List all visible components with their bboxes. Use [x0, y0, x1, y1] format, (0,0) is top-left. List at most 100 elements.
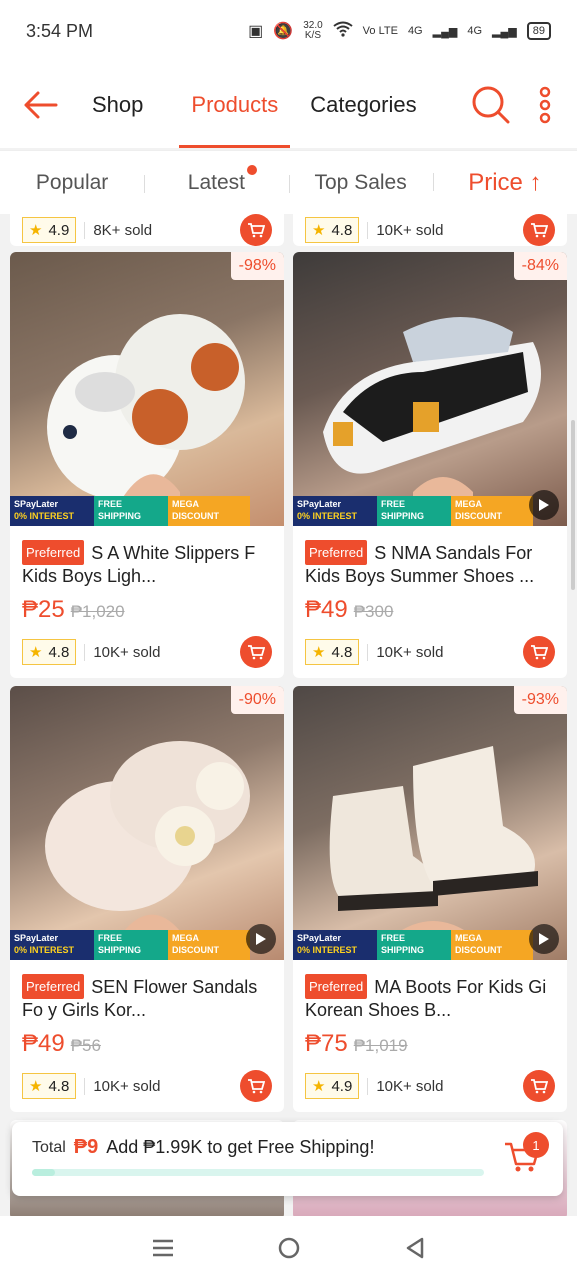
cart-icon — [531, 223, 548, 238]
partial-card-right[interactable]: ★ 4.8 10K+ sold — [293, 214, 567, 246]
rating-value: 4.9 — [331, 1077, 353, 1095]
cart-icon — [531, 1079, 548, 1094]
sort-latest-label: Latest — [187, 170, 245, 194]
product-feed[interactable]: ★ 4.9 8K+ sold ★ 4.8 10K+ sold -98% SPayLa… — [0, 214, 577, 1216]
preferred-badge: Preferred — [22, 974, 85, 999]
battery-indicator: 89 — [526, 22, 551, 40]
add-to-cart-button[interactable] — [240, 214, 272, 246]
discount-badge: -93% — [513, 686, 567, 714]
nfc-icon: ▣ — [248, 23, 264, 40]
cart-icon — [248, 645, 265, 660]
promo-spay: SPayLater — [14, 933, 59, 943]
sold-count: 8K+ sold — [84, 221, 152, 239]
promo-discount: DISCOUNT — [172, 945, 219, 955]
product-image[interactable]: -93% SPayLater 0% INTEREST FREE SHIPPING M… — [293, 686, 567, 960]
promo-interest: 0% INTEREST — [14, 945, 75, 955]
video-play-button[interactable] — [246, 924, 276, 954]
status-time: 3:54 PM — [26, 20, 94, 41]
free-shipping-banner[interactable]: Total ₱9 Add ₱1.99K to get Free Shipping… — [12, 1122, 563, 1196]
promo-strip: SPayLater 0% INTEREST FREE SHIPPING MEGA DI… — [10, 496, 250, 526]
promo-interest: 0% INTEREST — [297, 511, 358, 521]
rating-badge: ★ 4.9 — [305, 1073, 360, 1099]
video-play-button[interactable] — [529, 490, 559, 520]
product-card[interactable]: -98% SPayLater 0% INTEREST FREE SHIPPING M… — [10, 252, 284, 678]
sold-count: 10K+ sold — [367, 221, 443, 239]
rating-badge: ★ 4.9 — [22, 217, 77, 243]
product-price: ₱49 — [305, 596, 348, 623]
search-icon[interactable] — [471, 85, 511, 125]
promo-strip: SPayLater 0% INTEREST FREE SHIPPING MEGA DI… — [10, 930, 250, 960]
total-amount: ₱9 — [73, 1136, 99, 1158]
product-image[interactable]: -84% SPayLater 0% INTEREST FREE SHIPPING M… — [293, 252, 567, 526]
flower-sandal-illustration — [45, 741, 250, 960]
status-bar: 3:54 PM ▣ 🔕 32.0 K/S Vo LTE 4G ▂▄▆ 4G ▂▄▆… — [0, 0, 577, 62]
tab-categories[interactable]: Categories — [298, 62, 428, 148]
product-image[interactable]: -90% SPayLater 0% INTEREST FREE SHIPPING M… — [10, 686, 284, 960]
signal-1: 4G — [407, 25, 423, 37]
product-card[interactable]: -93% SPayLater 0% INTEREST FREE SHIPPING M… — [293, 686, 567, 1112]
tab-shop[interactable]: Shop — [80, 62, 155, 148]
rating-badge: ★ 4.8 — [22, 639, 77, 665]
promo-interest: 0% INTEREST — [297, 945, 358, 955]
sort-price[interactable]: Price ↑ — [432, 169, 577, 197]
promo-spay: SPayLater — [297, 499, 342, 509]
promo-discount: DISCOUNT — [172, 511, 219, 521]
slipper-illustration — [47, 314, 245, 526]
add-to-cart-button[interactable] — [523, 636, 555, 668]
star-icon: ★ — [29, 1078, 43, 1095]
promo-spay: SPayLater — [297, 933, 342, 943]
wifi-icon — [333, 21, 353, 42]
add-to-cart-button[interactable] — [523, 214, 555, 246]
product-title: Preferred MA Boots For Kids Gi Korean Sh… — [305, 974, 555, 1020]
original-price: ₱56 — [70, 1036, 101, 1055]
shipping-progress-bar — [32, 1169, 484, 1176]
promo-free: FREE — [381, 499, 406, 509]
product-card[interactable]: -84% SPayLater 0% INTEREST FREE SHIPPING M… — [293, 252, 567, 678]
video-play-button[interactable] — [529, 924, 559, 954]
system-nav-bar — [0, 1216, 577, 1280]
back-button[interactable] — [0, 62, 80, 148]
cart-icon — [248, 1079, 265, 1094]
recents-menu-icon[interactable] — [151, 1238, 175, 1258]
home-circle-icon[interactable] — [277, 1236, 301, 1260]
promo-shipping: SHIPPING — [381, 511, 425, 521]
rating-value: 4.8 — [48, 1077, 70, 1095]
product-image[interactable]: -98% SPayLater 0% INTEREST FREE SHIPPING M… — [10, 252, 284, 526]
product-title: Preferred S A White Slippers F Kids Boys… — [22, 540, 272, 586]
add-to-cart-button[interactable] — [523, 1070, 555, 1102]
sort-bar: Popular Latest Top Sales Price ↑ — [0, 150, 577, 214]
product-price: ₱25 — [22, 596, 65, 623]
sort-popular[interactable]: Popular — [0, 171, 144, 195]
speed-unit: K/S — [304, 30, 321, 41]
total-label: Total — [32, 1138, 66, 1156]
promo-discount: DISCOUNT — [455, 945, 502, 955]
tab-products[interactable]: Products — [179, 62, 291, 148]
promo-free: FREE — [381, 933, 406, 943]
promo-free: FREE — [98, 933, 123, 943]
product-card[interactable]: -90% SPayLater 0% INTEREST FREE SHIPPING M… — [10, 686, 284, 1112]
sandal-illustration — [323, 317, 541, 526]
star-icon: ★ — [312, 1078, 326, 1095]
new-dot-indicator — [246, 164, 257, 175]
shipping-progress-fill — [32, 1169, 55, 1176]
cart-icon — [531, 645, 548, 660]
preferred-badge: Preferred — [22, 540, 85, 565]
back-arrow-icon — [24, 91, 58, 119]
star-icon: ★ — [312, 644, 326, 661]
preferred-badge: Preferred — [305, 974, 368, 999]
promo-free: FREE — [98, 499, 123, 509]
add-to-cart-button[interactable] — [240, 1070, 272, 1102]
promo-mega: MEGA — [172, 499, 199, 509]
play-icon — [539, 933, 549, 945]
sold-count: 10K+ sold — [84, 1077, 160, 1095]
partial-card-left[interactable]: ★ 4.9 8K+ sold — [10, 214, 284, 246]
back-triangle-icon[interactable] — [404, 1236, 426, 1260]
scrollbar[interactable] — [571, 420, 575, 590]
rating-value: 4.8 — [331, 643, 353, 661]
discount-badge: -90% — [230, 686, 284, 714]
sort-latest[interactable]: Latest — [144, 164, 288, 195]
add-to-cart-button[interactable] — [240, 636, 272, 668]
more-options-icon[interactable] — [539, 86, 551, 124]
promo-mega: MEGA — [455, 499, 482, 509]
sort-top-sales[interactable]: Top Sales — [288, 171, 433, 195]
